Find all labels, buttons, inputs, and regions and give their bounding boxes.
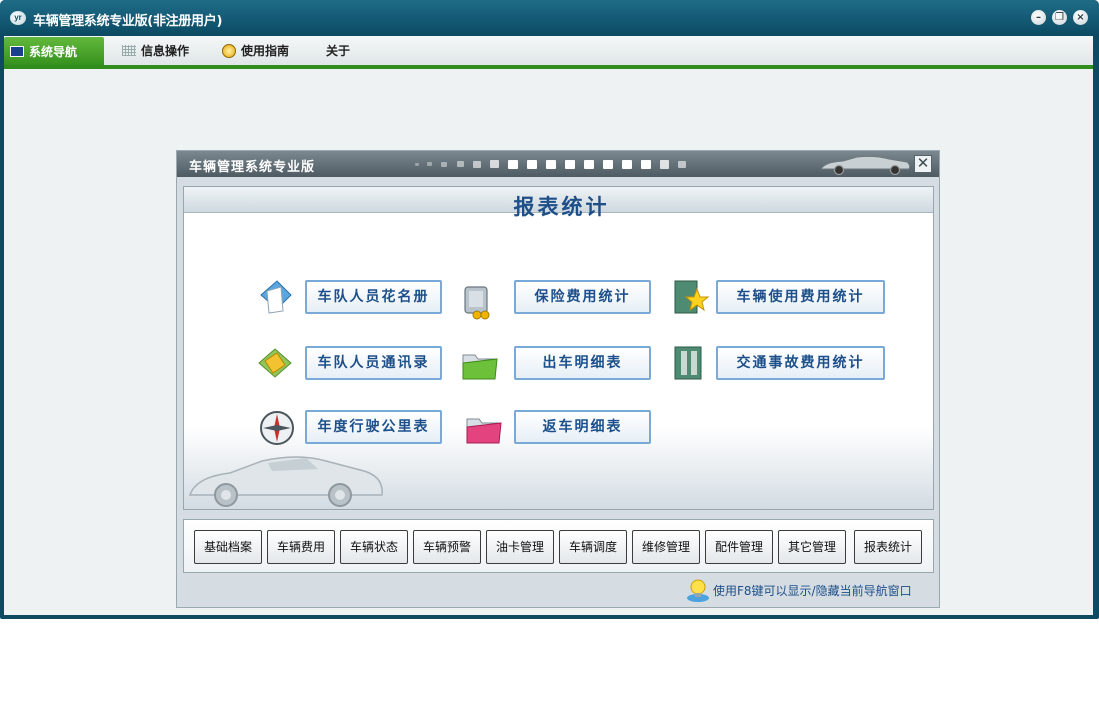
navigation-panel: 车辆管理系统专业版 ✕ 报表统计 车队人员花名册 保险费用统计 车辆使用费用统计… [176, 150, 940, 608]
report-insurance-button[interactable]: 保险费用统计 [514, 280, 651, 314]
module-bar: 基础档案 车辆费用 车辆状态 车辆预警 油卡管理 车辆调度 维修管理 配件管理 … [183, 519, 934, 573]
help-icon [222, 44, 236, 58]
module-button-vehicle-status[interactable]: 车辆状态 [340, 530, 408, 564]
header-dot [546, 160, 556, 169]
header-dot [527, 160, 537, 169]
header-dot [473, 161, 481, 168]
header-dot [427, 162, 432, 166]
lightbulb-icon [687, 579, 709, 602]
document-icon [260, 280, 292, 314]
car-illustration-icon [188, 456, 383, 507]
menu-item-label: 信息操作 [141, 44, 190, 58]
tip-bar: 使用F8键可以显示/隐藏当前导航窗口 [685, 577, 935, 603]
header-dot [660, 160, 669, 169]
report-annual-mileage-button[interactable]: 年度行驶公里表 [305, 410, 442, 444]
header-dot [441, 162, 447, 167]
star-book-icon [674, 280, 710, 314]
report-dispatch-detail-button[interactable]: 出车明细表 [514, 346, 651, 380]
panel-header[interactable]: 车辆管理系统专业版 ✕ [177, 151, 939, 177]
module-button-vehicle-cost[interactable]: 车辆费用 [267, 530, 335, 564]
report-roster-button[interactable]: 车队人员花名册 [305, 280, 442, 314]
menu-item-system-nav[interactable]: 系统导航 [4, 37, 104, 66]
menu-item-label: 系统导航 [29, 45, 78, 59]
header-dot [457, 161, 464, 167]
report-vehicle-usage-cost-button[interactable]: 车辆使用费用统计 [716, 280, 885, 314]
restore-button[interactable]: ❐ [1052, 10, 1067, 25]
module-button-fuel-card[interactable]: 油卡管理 [486, 530, 554, 564]
green-folder-icon [462, 354, 498, 380]
binder-icon [674, 346, 702, 380]
module-button-basic-archive[interactable]: 基础档案 [194, 530, 262, 564]
header-dot [508, 160, 518, 169]
module-button-reports[interactable]: 报表统计 [854, 530, 922, 564]
title-bar[interactable]: yr 车辆管理系统专业版(非注册用户) – ❐ × [0, 0, 1099, 36]
report-accident-cost-button[interactable]: 交通事故费用统计 [716, 346, 885, 380]
header-dot [622, 160, 632, 169]
app-logo-icon: yr [10, 11, 26, 25]
panel-title: 车辆管理系统专业版 [189, 160, 316, 175]
menu-item-about[interactable]: 关于 [320, 36, 360, 66]
header-dot [641, 160, 651, 169]
report-return-detail-button[interactable]: 返车明细表 [514, 410, 651, 444]
compass-icon [260, 411, 294, 445]
menu-item-user-guide[interactable]: 使用指南 [216, 36, 312, 66]
minimize-button[interactable]: – [1031, 10, 1046, 25]
section-title: 报表统计 [513, 195, 610, 219]
app-window: yr 车辆管理系统专业版(非注册用户) – ❐ × 系统导航 信息操作 使用指南… [0, 0, 1099, 619]
menu-item-info-ops[interactable]: 信息操作 [116, 36, 206, 66]
module-button-other[interactable]: 其它管理 [778, 530, 846, 564]
safe-coins-icon [464, 286, 490, 320]
report-contact-list-button[interactable]: 车队人员通讯录 [305, 346, 442, 380]
module-button-maintenance[interactable]: 维修管理 [632, 530, 700, 564]
header-dot [415, 163, 419, 166]
module-button-vehicle-alert[interactable]: 车辆预警 [413, 530, 481, 564]
pink-folder-icon [466, 418, 502, 444]
address-book-icon [258, 348, 292, 378]
module-button-dispatch[interactable]: 车辆调度 [559, 530, 627, 564]
close-window-button[interactable]: × [1073, 10, 1088, 25]
header-dot [565, 160, 575, 169]
grid-icon [122, 45, 136, 56]
header-dot [603, 160, 613, 169]
menu-item-label: 关于 [326, 44, 351, 58]
window-title: 车辆管理系统专业版(非注册用户) [33, 14, 223, 29]
header-dot [490, 160, 499, 168]
header-dot [678, 161, 686, 168]
monitor-icon [10, 46, 24, 57]
panel-close-button[interactable]: ✕ [914, 155, 932, 173]
car-icon [820, 155, 911, 175]
menu-bar: 系统导航 信息操作 使用指南 关于 [4, 36, 1093, 66]
menu-item-label: 使用指南 [241, 44, 290, 58]
module-button-parts[interactable]: 配件管理 [705, 530, 773, 564]
tip-text: 使用F8键可以显示/隐藏当前导航窗口 [713, 584, 912, 598]
header-dot [584, 160, 594, 169]
